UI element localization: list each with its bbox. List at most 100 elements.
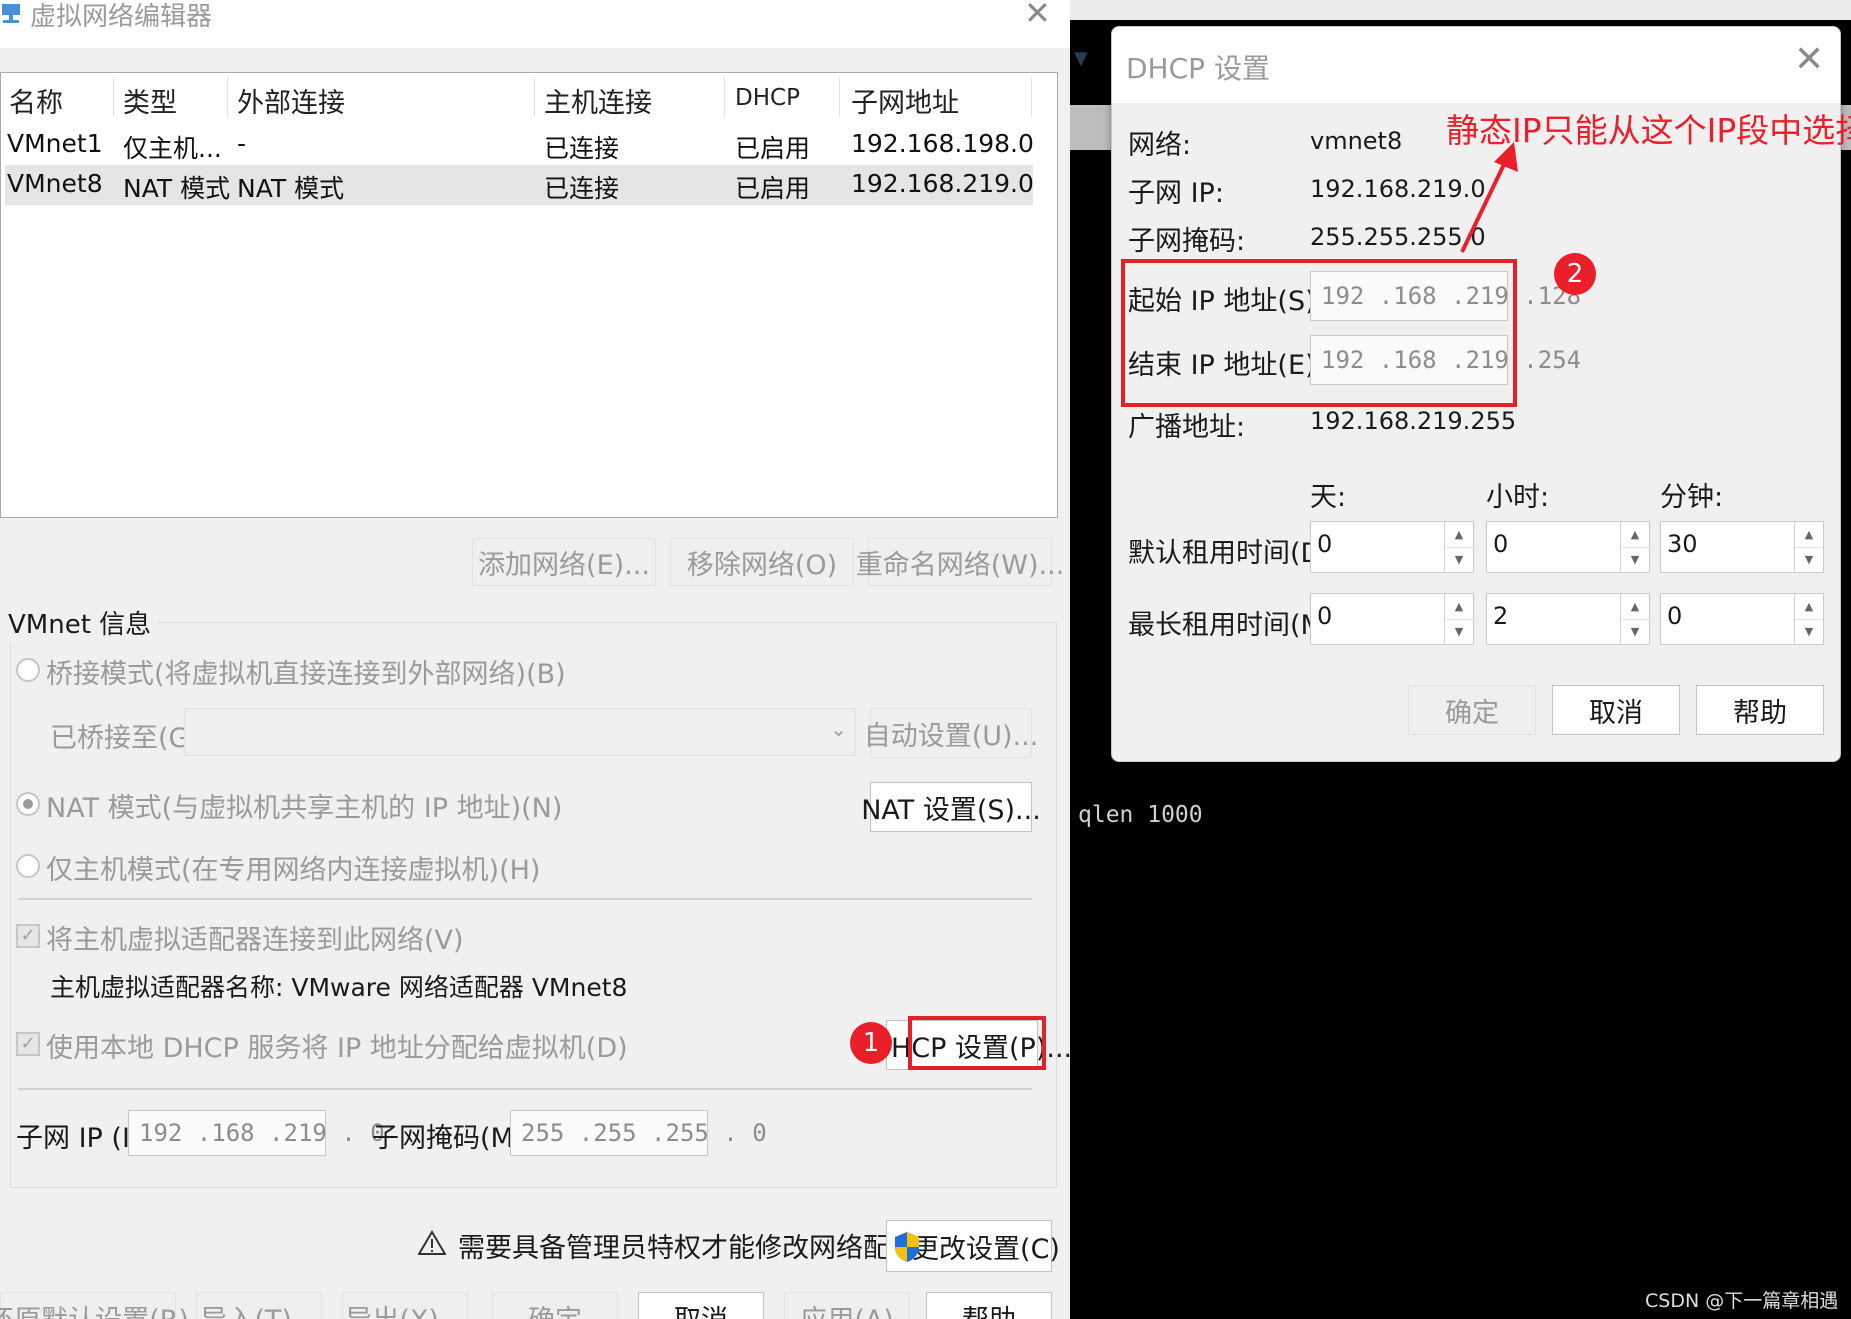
- table-row-selected[interactable]: VMnet8 NAT 模式 NAT 模式 已连接 已启用 192.168.219…: [5, 165, 1034, 205]
- dialog-title-bar: DHCP 设置 ✕: [1112, 27, 1840, 103]
- cell-dhcp: 已启用: [735, 174, 811, 203]
- column-header-type[interactable]: 类型: [123, 81, 177, 120]
- use-dhcp-label[interactable]: 使用本地 DHCP 服务将 IP 地址分配给虚拟机(D): [46, 1026, 628, 1065]
- subnet-mask-input[interactable]: 255 .255 .255 . 0: [510, 1110, 767, 1156]
- nat-mode-label[interactable]: NAT 模式(与虚拟机共享主机的 IP 地址)(N): [46, 786, 562, 825]
- host-only-label[interactable]: 仅主机模式(在专用网络内连接虚拟机)(H): [46, 848, 540, 887]
- dialog-help-button[interactable]: 帮助: [1696, 685, 1824, 735]
- window-title: 虚拟网络编辑器: [30, 2, 213, 32]
- nat-settings-button[interactable]: NAT 设置(S)...: [861, 782, 1041, 832]
- spin-up-icon[interactable]: ▲: [1620, 522, 1649, 548]
- spin-up-icon[interactable]: ▲: [1794, 522, 1823, 548]
- spin-down-icon[interactable]: ▼: [1444, 619, 1473, 644]
- close-icon[interactable]: ✕: [1794, 39, 1824, 80]
- cell-host: 已连接: [544, 174, 620, 203]
- cell-type: NAT 模式: [123, 174, 231, 203]
- spin-down-icon[interactable]: ▼: [1794, 619, 1823, 644]
- spin-up-icon[interactable]: ▲: [1444, 522, 1473, 548]
- close-icon[interactable]: ✕: [1024, 0, 1051, 32]
- cell-subnet: 192.168.198.0: [851, 129, 1034, 158]
- divider: [18, 898, 1032, 900]
- spin-up-icon[interactable]: ▲: [1444, 594, 1473, 620]
- default-lease-hours-spinner[interactable]: 0 ▲ ▼: [1486, 521, 1650, 573]
- add-network-button[interactable]: 添加网络(E)...: [472, 538, 656, 586]
- column-header-external[interactable]: 外部连接: [237, 81, 345, 120]
- help-button[interactable]: 帮助: [926, 1292, 1052, 1319]
- network-label: 网络:: [1128, 130, 1192, 161]
- watermark: CSDN @下一篇章相遇: [1645, 1290, 1839, 1312]
- cell-name: VMnet1: [7, 129, 103, 158]
- spin-up-icon[interactable]: ▲: [1794, 594, 1823, 620]
- vmnet-info-group: [10, 622, 1057, 1188]
- cell-external: -: [237, 129, 247, 158]
- subnet-ip-label: 子网 IP:: [1128, 178, 1224, 209]
- import-button[interactable]: 导入(T)...: [196, 1292, 322, 1319]
- annotation-box-2: [1121, 259, 1517, 407]
- spin-up-icon[interactable]: ▲: [1620, 594, 1649, 620]
- warning-icon: [418, 1230, 446, 1255]
- network-app-icon: [2, 4, 20, 23]
- virtual-network-editor-window: 虚拟网络编辑器 ✕ 名称 类型 外部连接 主机连接 DHCP 子网地址 VMne…: [0, 0, 1070, 1319]
- auto-settings-button[interactable]: 自动设置(U)...: [864, 708, 1038, 758]
- admin-notice-text: 需要具备管理员特权才能修改网络配置。: [458, 1233, 944, 1264]
- spin-down-icon[interactable]: ▼: [1794, 547, 1823, 572]
- table-row[interactable]: VMnet1 仅主机... - 已连接 已启用 192.168.198.0: [5, 125, 1034, 165]
- nat-mode-radio[interactable]: [16, 792, 40, 816]
- annotation-note: 静态IP只能从这个IP段中选择一个: [1446, 111, 1851, 150]
- rename-network-button[interactable]: 重命名网络(W)...: [856, 538, 1064, 586]
- connect-adapter-checkbox[interactable]: ✓: [16, 924, 40, 948]
- ok-button[interactable]: 确定: [492, 1292, 618, 1319]
- title-bar: 虚拟网络编辑器 ✕: [0, 0, 1070, 48]
- connect-adapter-label[interactable]: 将主机虚拟适配器连接到此网络(V): [46, 918, 464, 957]
- adapter-name-text: 主机虚拟适配器名称: VMware 网络适配器 VMnet8: [50, 973, 628, 1002]
- use-dhcp-checkbox[interactable]: ✓: [16, 1032, 40, 1056]
- column-header-dhcp[interactable]: DHCP: [735, 85, 800, 111]
- column-header-host[interactable]: 主机连接: [544, 81, 652, 120]
- change-settings-button[interactable]: 更改设置(C): [886, 1220, 1060, 1272]
- default-lease-days-spinner[interactable]: 0 ▲ ▼: [1310, 521, 1474, 573]
- column-header-subnet[interactable]: 子网地址: [851, 81, 959, 120]
- dropdown-arrow-icon[interactable]: ▼: [1074, 48, 1088, 69]
- annotation-badge-2: 2: [1554, 253, 1596, 295]
- vmnet-info-label: VMnet 信息: [8, 604, 158, 641]
- bridge-mode-radio[interactable]: [16, 658, 40, 682]
- dialog-ok-button[interactable]: 确定: [1408, 685, 1536, 735]
- export-button[interactable]: 导出(X)...: [342, 1292, 468, 1319]
- terminal-top-bar: [1070, 0, 1851, 20]
- annotation-badge-1: 1: [850, 1022, 892, 1064]
- host-only-radio[interactable]: [16, 854, 40, 878]
- max-lease-days-spinner[interactable]: 0 ▲ ▼: [1310, 593, 1474, 645]
- broadcast-value: 192.168.219.255: [1310, 407, 1517, 435]
- cell-external: NAT 模式: [237, 174, 345, 203]
- change-settings-label: 更改设置(C): [912, 1233, 1060, 1265]
- max-lease-hours-spinner[interactable]: 2 ▲ ▼: [1486, 593, 1650, 645]
- max-lease-minutes-spinner[interactable]: 0 ▲ ▼: [1660, 593, 1824, 645]
- cell-dhcp: 已启用: [735, 134, 811, 163]
- column-header-name[interactable]: 名称: [9, 81, 63, 120]
- cell-name: VMnet8: [7, 169, 103, 198]
- hours-column-label: 小时:: [1486, 482, 1550, 513]
- bridge-mode-label[interactable]: 桥接模式(将虚拟机直接连接到外部网络)(B): [46, 652, 566, 691]
- cell-type: 仅主机...: [123, 134, 222, 163]
- remove-network-button[interactable]: 移除网络(O): [670, 538, 854, 586]
- spin-down-icon[interactable]: ▼: [1444, 547, 1473, 572]
- network-table: 名称 类型 外部连接 主机连接 DHCP 子网地址 VMnet1 仅主机... …: [0, 72, 1058, 518]
- subnet-ip-input[interactable]: 192 .168 .219 . 0: [128, 1110, 385, 1156]
- restore-defaults-button[interactable]: 还原默认设置(R): [0, 1292, 189, 1319]
- subnet-mask-label: 子网掩码:: [1128, 226, 1246, 257]
- spin-down-icon[interactable]: ▼: [1620, 547, 1649, 572]
- minutes-column-label: 分钟:: [1660, 482, 1724, 513]
- dialog-cancel-button[interactable]: 取消: [1552, 685, 1680, 735]
- cancel-button[interactable]: 取消: [638, 1292, 764, 1319]
- default-lease-minutes-spinner[interactable]: 30 ▲ ▼: [1660, 521, 1824, 573]
- spin-down-icon[interactable]: ▼: [1620, 619, 1649, 644]
- annotation-arrow-icon: [1460, 142, 1518, 253]
- chevron-down-icon: ⌄: [830, 717, 847, 741]
- dialog-title: DHCP 设置: [1126, 52, 1270, 85]
- apply-button[interactable]: 应用(A): [784, 1292, 910, 1319]
- bridged-to-select[interactable]: ⌄: [184, 708, 856, 756]
- broadcast-label: 广播地址:: [1128, 412, 1246, 443]
- divider: [18, 1088, 1032, 1090]
- terminal-output: qlen 1000: [1078, 802, 1203, 828]
- days-column-label: 天:: [1310, 482, 1347, 513]
